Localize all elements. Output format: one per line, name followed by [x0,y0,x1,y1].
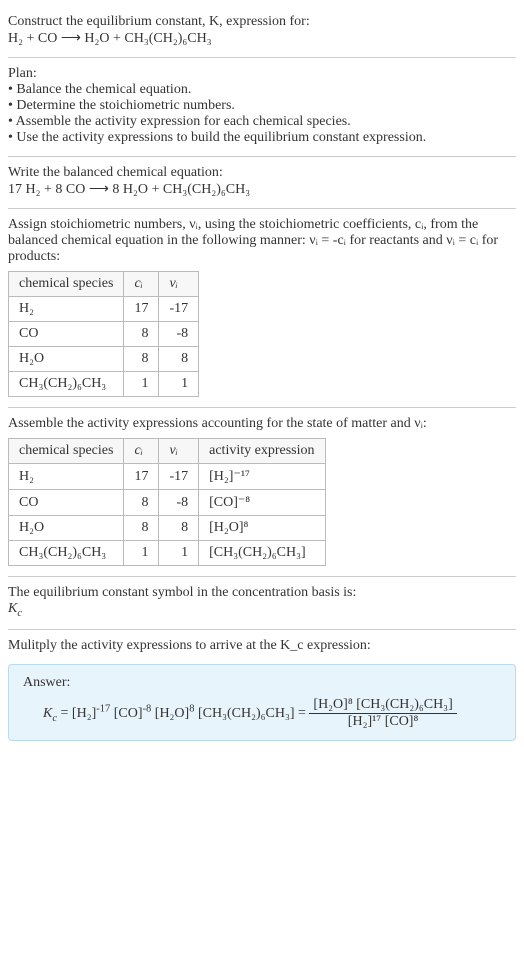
cell-ci: 1 [124,541,159,566]
cell-vi: 8 [159,347,199,372]
table-header-row: chemical species cᵢ νᵢ [9,272,199,297]
activity-table: chemical species cᵢ νᵢ activity expressi… [8,438,326,566]
cell-ci: 17 [124,464,159,490]
fraction: [H₂O]⁸ [CH₃(CH₂)₆CH₃] [H₂]¹⁷ [CO]⁸ [309,697,456,730]
divider [8,629,516,630]
cell-activity: [CH₃(CH₂)₆CH₃] [199,541,325,566]
cell-species: H₂ [9,297,124,322]
kc-var: Kc [43,706,57,721]
table-header-row: chemical species cᵢ νᵢ activity expressi… [9,439,326,464]
col-vi: νᵢ [159,439,199,464]
divider [8,407,516,408]
assign-text: Assign stoichiometric numbers, νᵢ, using… [8,217,516,265]
table-row: H₂ 17 -17 [9,297,199,322]
kc-symbol: The equilibrium constant symbol in the c… [8,585,516,619]
answer-label: Answer: [23,675,501,691]
answer-box: Answer: Kc = [H₂]-17 [CO]-8 [H₂O]8 [CH₃(… [8,664,516,741]
divider [8,576,516,577]
plan-heading: Plan: [8,66,516,82]
eq-sign: = [298,706,309,721]
table-row: CH₃(CH₂)₆CH₃ 1 1 [9,372,199,397]
fraction-denominator: [H₂]¹⁷ [CO]⁸ [309,714,456,730]
cell-ci: 8 [124,516,159,541]
balanced: Write the balanced chemical equation: 17… [8,165,516,198]
cell-vi: 1 [159,541,199,566]
multiply-section: Mulitply the activity expressions to arr… [8,638,516,654]
col-ci: cᵢ [124,439,159,464]
prompt: Construct the equilibrium constant, K, e… [8,14,516,47]
kc-text: The equilibrium constant symbol in the c… [8,585,516,601]
cell-vi: -8 [159,490,199,516]
plan: Plan: • Balance the chemical equation. •… [8,66,516,146]
activity-text: Assemble the activity expressions accoun… [8,416,516,432]
cell-species: CO [9,322,124,347]
col-species: chemical species [9,272,124,297]
plan-item: • Use the activity expressions to build … [8,130,516,146]
multiply-text: Mulitply the activity expressions to arr… [8,638,516,654]
prompt-line1: Construct the equilibrium constant, K, e… [8,14,516,30]
col-activity: activity expression [199,439,325,464]
cell-ci: 8 [124,322,159,347]
cell-vi: 8 [159,516,199,541]
plan-item: • Determine the stoichiometric numbers. [8,98,516,114]
cell-species: H₂ [9,464,124,490]
stoich-table: chemical species cᵢ νᵢ H₂ 17 -17 CO 8 -8… [8,271,199,397]
cell-species: CO [9,490,124,516]
cell-vi: 1 [159,372,199,397]
divider [8,208,516,209]
cell-vi: -17 [159,297,199,322]
fraction-numerator: [H₂O]⁸ [CH₃(CH₂)₆CH₃] [309,697,456,714]
cell-vi: -17 [159,464,199,490]
cell-ci: 8 [124,490,159,516]
col-ci: cᵢ [124,272,159,297]
table-row: H₂O 8 8 [9,347,199,372]
balanced-equation: 17 H₂ + 8 CO ⟶ 8 H₂O + CH₃(CH₂)₆CH₃ [8,181,516,198]
cell-ci: 1 [124,372,159,397]
plan-item: • Balance the chemical equation. [8,82,516,98]
cell-ci: 8 [124,347,159,372]
col-species: chemical species [9,439,124,464]
cell-activity: [H₂]⁻¹⁷ [199,464,325,490]
cell-species: CH₃(CH₂)₆CH₃ [9,541,124,566]
table-row: H₂O 8 8 [H₂O]⁸ [9,516,326,541]
cell-species: CH₃(CH₂)₆CH₃ [9,372,124,397]
cell-activity: [CO]⁻⁸ [199,490,325,516]
assign-stoich: Assign stoichiometric numbers, νᵢ, using… [8,217,516,397]
plan-item: • Assemble the activity expression for e… [8,114,516,130]
expanded: [H₂]-17 [CO]-8 [H₂O]8 [CH₃(CH₂)₆CH₃] [72,706,295,721]
answer-expression: Kc = [H₂]-17 [CO]-8 [H₂O]8 [CH₃(CH₂)₆CH₃… [23,697,501,730]
table-row: H₂ 17 -17 [H₂]⁻¹⁷ [9,464,326,490]
col-vi: νᵢ [159,272,199,297]
cell-vi: -8 [159,322,199,347]
table-row: CO 8 -8 [CO]⁻⁸ [9,490,326,516]
cell-activity: [H₂O]⁸ [199,516,325,541]
cell-species: H₂O [9,347,124,372]
cell-species: H₂O [9,516,124,541]
divider [8,57,516,58]
cell-ci: 17 [124,297,159,322]
prompt-text: Construct the equilibrium constant, K, e… [8,14,310,29]
divider [8,156,516,157]
activity-section: Assemble the activity expressions accoun… [8,416,516,566]
balanced-heading: Write the balanced chemical equation: [8,165,516,181]
unbalanced-equation: H₂ + CO ⟶ H₂O + CH₃(CH₂)₆CH₃ [8,30,516,47]
table-row: CO 8 -8 [9,322,199,347]
table-row: CH₃(CH₂)₆CH₃ 1 1 [CH₃(CH₂)₆CH₃] [9,541,326,566]
eq-sign: = [61,706,72,721]
kc-label: Kc [8,601,516,619]
